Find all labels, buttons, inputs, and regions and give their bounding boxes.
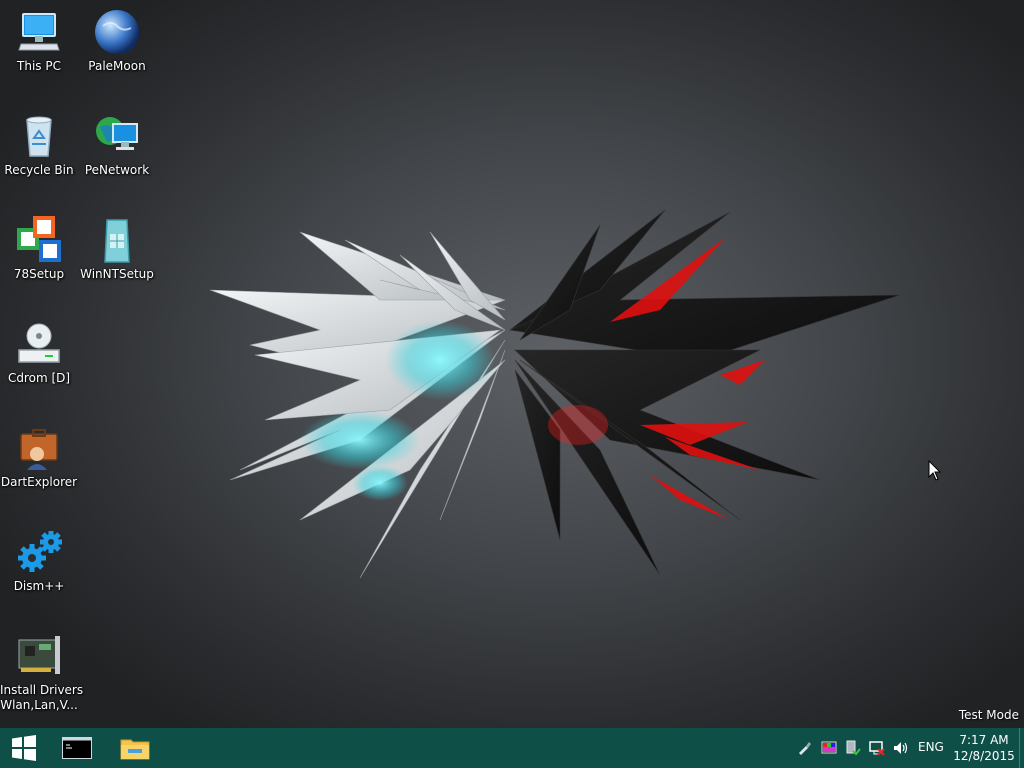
taskbar-file-explorer[interactable] <box>111 728 159 768</box>
desktop-icon-cdrom[interactable]: Cdrom [D] <box>0 320 78 386</box>
clock-time: 7:17 AM <box>959 733 1009 747</box>
taskbar-clock[interactable]: 7:17 AM 12/8/2015 <box>952 732 1016 764</box>
desktop-icon-penetwork[interactable]: PeNetwork <box>78 112 156 178</box>
test-mode-watermark: Test Mode <box>958 708 1019 722</box>
palemoon-globe-icon <box>95 10 139 54</box>
icon-label: WinNTSetup <box>80 267 154 281</box>
white-shards <box>209 231 506 579</box>
icon-label-line2: Wlan,Lan,V... <box>0 698 78 712</box>
security-icon[interactable] <box>845 740 861 756</box>
desktop-icon-winntsetup[interactable]: WinNTSetup <box>78 216 156 282</box>
icon-label: Recycle Bin <box>4 163 74 177</box>
desktop-icon-this-pc[interactable]: This PC <box>0 8 78 74</box>
file-explorer-icon <box>120 739 150 760</box>
icon-label-line1: Install Drivers <box>0 683 84 697</box>
color-display-icon[interactable] <box>821 740 837 756</box>
icon-label: Dism++ <box>13 579 65 593</box>
icon-label: This PC <box>17 59 61 73</box>
start-button[interactable] <box>0 728 48 768</box>
gears-icon <box>18 531 62 572</box>
mouse-cursor-icon <box>928 460 942 481</box>
icon-label: DartExplorer <box>0 475 78 489</box>
desktop-icon-78setup[interactable]: 78Setup <box>0 216 78 282</box>
taskbar-command-prompt[interactable] <box>53 728 101 768</box>
desktop-icon-install-drivers[interactable]: Install Drivers Wlan,Lan,V... <box>0 632 84 713</box>
computer-icon <box>18 13 60 51</box>
dart-explorer-icon <box>20 429 58 470</box>
usb-eject-icon[interactable] <box>796 740 812 756</box>
recycle-bin-icon <box>26 116 52 157</box>
clock-date: 12/8/2015 <box>953 749 1015 763</box>
winntsetup-icon <box>104 219 130 263</box>
windows-logo-icon <box>12 735 36 761</box>
icon-label: Cdrom [D] <box>7 371 71 385</box>
volume-icon[interactable] <box>893 740 909 756</box>
setup-windows-icon <box>17 216 61 262</box>
desktop-icon-dartexplorer[interactable]: DartExplorer <box>0 424 78 490</box>
command-prompt-icon <box>62 737 92 759</box>
icon-label: PaleMoon <box>88 59 146 73</box>
cdrom-drive-icon <box>18 323 60 363</box>
desktop-icon-recycle-bin[interactable]: Recycle Bin <box>0 112 78 178</box>
desktop-icon-palemoon[interactable]: PaleMoon <box>78 8 156 74</box>
desktop-icon-dism[interactable]: Dism++ <box>0 528 78 594</box>
network-card-icon <box>18 636 60 674</box>
icon-label: 78Setup <box>13 267 65 281</box>
taskbar: ENG 7:17 AM 12/8/2015 <box>0 728 1024 768</box>
icon-label: PeNetwork <box>84 163 150 177</box>
network-icon <box>96 117 138 150</box>
network-disconnected-icon[interactable] <box>869 740 885 756</box>
show-desktop-button[interactable] <box>1019 728 1024 768</box>
desktop-wallpaper <box>209 209 901 579</box>
black-shards <box>509 209 901 576</box>
input-language[interactable]: ENG <box>918 740 944 754</box>
